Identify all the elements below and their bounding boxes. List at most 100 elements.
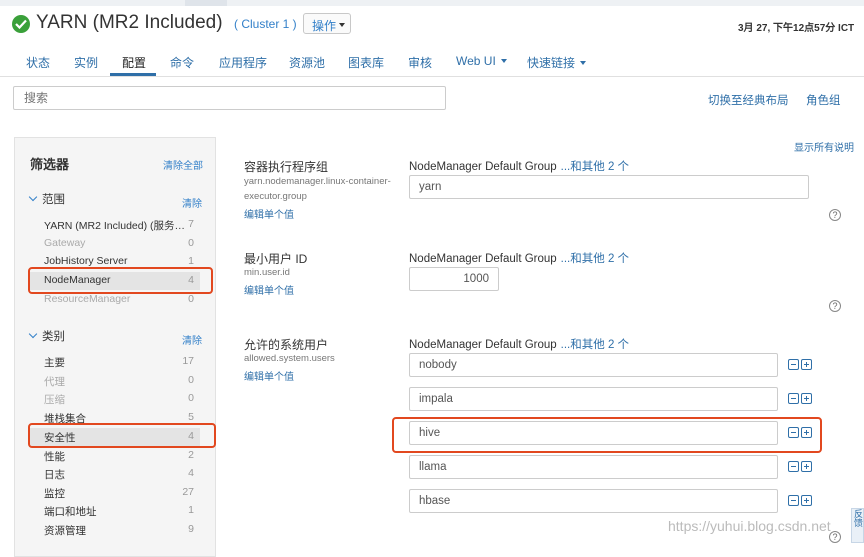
edit-individual-values-link[interactable]: 编辑单个值 — [244, 206, 294, 221]
scope-section-toggle[interactable]: 范围 — [28, 191, 65, 207]
config-key: yarn.nodemanager.linux-container-executo… — [244, 176, 391, 202]
active-tab-indicator — [110, 73, 156, 76]
highlight-annotation — [28, 423, 216, 448]
config-value-input[interactable]: llama — [409, 455, 778, 479]
filter-item-label: 监控 — [44, 488, 65, 500]
add-value-icon[interactable] — [801, 359, 812, 370]
tab-web-ui[interactable]: Web UI — [456, 54, 507, 68]
category-section-toggle[interactable]: 类别 — [28, 328, 65, 344]
filter-item-count: 0 — [188, 392, 194, 404]
filter-item-label: 日志 — [44, 469, 65, 481]
actions-button[interactable]: 操作 — [303, 13, 351, 34]
tab-web-ui-label: Web UI — [456, 54, 496, 68]
show-all-descriptions-link[interactable]: 显示所有说明 — [794, 139, 854, 154]
actions-button-label: 操作 — [312, 19, 337, 33]
filter-item-count: 0 — [188, 374, 194, 386]
tab-configuration[interactable]: 配置 — [122, 54, 146, 71]
highlight-annotation — [392, 417, 822, 453]
role-group-name: NodeManager Default Group — [409, 339, 557, 351]
remove-add-controls — [788, 393, 814, 405]
config-value-input[interactable]: nobody — [409, 353, 778, 377]
filter-category-compression[interactable]: 压缩 0 — [30, 390, 200, 408]
filter-scope-gateway[interactable]: Gateway 0 — [30, 235, 200, 253]
filter-category-main[interactable]: 主要 17 — [30, 353, 200, 371]
remove-add-controls — [788, 359, 814, 371]
add-value-icon[interactable] — [801, 495, 812, 506]
add-value-icon[interactable] — [801, 393, 812, 404]
filter-item-count: 4 — [188, 467, 194, 479]
config-value-input[interactable]: 1000 — [409, 267, 499, 291]
filter-item-count: 27 — [182, 486, 194, 498]
filter-item-count: 9 — [188, 523, 194, 535]
filter-item-count: 1 — [188, 255, 194, 267]
role-group-name: NodeManager Default Group — [409, 253, 557, 265]
filter-category-monitoring[interactable]: 监控 27 — [30, 484, 200, 502]
config-key: allowed.system.users — [244, 353, 335, 364]
other-groups-link[interactable]: ...和其他 2 个 — [561, 253, 629, 265]
remove-value-icon[interactable] — [788, 359, 799, 370]
add-value-icon[interactable] — [801, 461, 812, 472]
clear-all-filters-link[interactable]: 清除全部 — [163, 157, 203, 172]
filter-category-proxy[interactable]: 代理 0 — [30, 372, 200, 390]
tab-charts-library[interactable]: 图表库 — [348, 54, 384, 71]
remove-value-icon[interactable] — [788, 393, 799, 404]
tab-quick-links-label: 快速链接 — [527, 56, 576, 70]
feedback-side-tab[interactable]: 反馈 — [851, 508, 864, 543]
filter-title: 筛选器 — [30, 157, 70, 172]
switch-classic-layout-link[interactable]: 切换至经典布局 — [708, 92, 789, 108]
filter-item-label: ResourceManager — [44, 293, 131, 305]
tab-audits[interactable]: 审核 — [408, 54, 432, 71]
filter-item-count: 7 — [188, 218, 194, 230]
role-group-name: NodeManager Default Group — [409, 161, 557, 173]
top-strip — [0, 0, 864, 6]
filter-category-ports[interactable]: 端口和地址 1 — [30, 502, 200, 520]
role-group-label: NodeManager Default Group ...和其他 2 个 — [409, 336, 629, 352]
clear-scope-link[interactable]: 清除 — [182, 195, 202, 210]
filter-item-label: JobHistory Server — [44, 255, 128, 267]
role-group-label: NodeManager Default Group ...和其他 2 个 — [409, 158, 629, 174]
help-icon[interactable]: ? — [829, 300, 841, 312]
filter-category-performance[interactable]: 性能 2 — [30, 447, 200, 465]
tab-resource-pools[interactable]: 资源池 — [289, 54, 325, 71]
filter-category-logs[interactable]: 日志 4 — [30, 465, 200, 483]
search-input[interactable] — [13, 86, 446, 110]
filter-item-count: 0 — [188, 293, 194, 305]
filter-category-resource-mgmt[interactable]: 资源管理 9 — [30, 521, 200, 539]
role-groups-link[interactable]: 角色组 — [806, 92, 841, 108]
edit-individual-values-link[interactable]: 编辑单个值 — [244, 368, 294, 383]
service-title: YARN (MR2 Included) — [36, 12, 223, 33]
other-groups-link[interactable]: ...和其他 2 个 — [561, 161, 629, 173]
tab-applications[interactable]: 应用程序 — [219, 54, 267, 71]
filter-scope-yarn[interactable]: YARN (MR2 Included) (服务… 7 — [30, 216, 200, 234]
remove-value-icon[interactable] — [788, 495, 799, 506]
highlight-annotation — [28, 267, 213, 294]
remove-value-icon[interactable] — [788, 461, 799, 472]
watermark: https://yuhui.blog.csdn.net — [668, 518, 831, 534]
filter-item-label: YARN (MR2 Included) (服务… — [44, 220, 184, 232]
tab-instances[interactable]: 实例 — [74, 54, 98, 71]
cluster-link[interactable]: ( Cluster 1 ) — [234, 17, 297, 31]
filter-item-count: 17 — [182, 355, 194, 367]
tab-status[interactable]: 状态 — [26, 54, 50, 71]
filter-item-count: 1 — [188, 504, 194, 516]
filter-item-label: 主要 — [44, 357, 65, 369]
other-groups-link[interactable]: ...和其他 2 个 — [561, 339, 629, 351]
chevron-down-icon — [28, 329, 38, 339]
scope-heading: 范围 — [42, 194, 65, 206]
config-name: 容器执行程序组 — [244, 160, 329, 174]
edit-individual-values-link[interactable]: 编辑单个值 — [244, 282, 294, 297]
filter-item-count: 5 — [188, 411, 194, 423]
clear-category-link[interactable]: 清除 — [182, 332, 202, 347]
remove-add-controls — [788, 461, 814, 473]
config-value-input[interactable]: hbase — [409, 489, 778, 513]
tab-quick-links[interactable]: 快速链接 — [527, 54, 587, 71]
config-value-input[interactable]: yarn — [409, 175, 809, 199]
top-strip-tab — [185, 0, 227, 6]
filter-item-label: 性能 — [44, 451, 65, 463]
category-heading: 类别 — [42, 331, 65, 343]
config-value-input[interactable]: impala — [409, 387, 778, 411]
tab-commands[interactable]: 命令 — [170, 54, 194, 71]
help-icon[interactable]: ? — [829, 209, 841, 221]
filter-item-label: 压缩 — [44, 394, 65, 406]
chevron-down-icon — [28, 192, 38, 202]
